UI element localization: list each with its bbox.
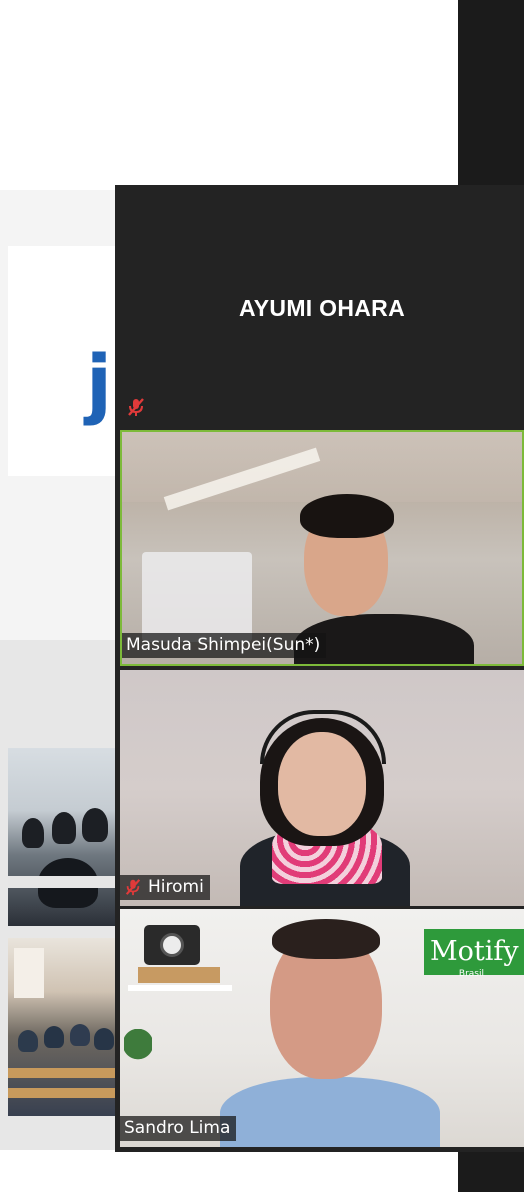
participant-name-label: Hiromi bbox=[120, 875, 210, 900]
participant-name: AYUMI OHARA bbox=[238, 295, 406, 321]
headset-icon bbox=[260, 710, 386, 764]
participant-tile-active-speaker[interactable]: Masuda Shimpei(Sun*) bbox=[120, 430, 524, 666]
participant-name: Hiromi bbox=[148, 877, 204, 897]
classroom-photo bbox=[8, 748, 120, 926]
slide-footer-area bbox=[0, 1150, 458, 1192]
participant-name-label: Masuda Shimpei(Sun*) bbox=[122, 633, 327, 658]
participant-name: Sandro Lima bbox=[124, 1118, 231, 1138]
slide-header-area bbox=[0, 0, 458, 190]
slide-logo-letter: j bbox=[86, 338, 113, 427]
camera-decor-icon bbox=[144, 925, 200, 965]
participant-tile-no-video[interactable]: AYUMI OHARA bbox=[120, 185, 524, 425]
muted-mic-icon bbox=[124, 878, 142, 896]
participant-name-label: Sandro Lima bbox=[120, 1116, 237, 1141]
muted-mic-icon bbox=[126, 397, 146, 417]
background-sign-sub: Brasil bbox=[458, 969, 484, 979]
participant-tile[interactable]: Motify Brasil Sandro Lima bbox=[120, 909, 524, 1147]
classroom-photo bbox=[8, 938, 120, 1116]
participant-tile[interactable]: Hiromi bbox=[120, 670, 524, 906]
video-gallery-panel: AYUMI OHARA Masuda Shimpei(Sun*) Hiromi … bbox=[115, 185, 524, 1152]
participant-name: Masuda Shimpei(Sun*) bbox=[126, 635, 321, 655]
